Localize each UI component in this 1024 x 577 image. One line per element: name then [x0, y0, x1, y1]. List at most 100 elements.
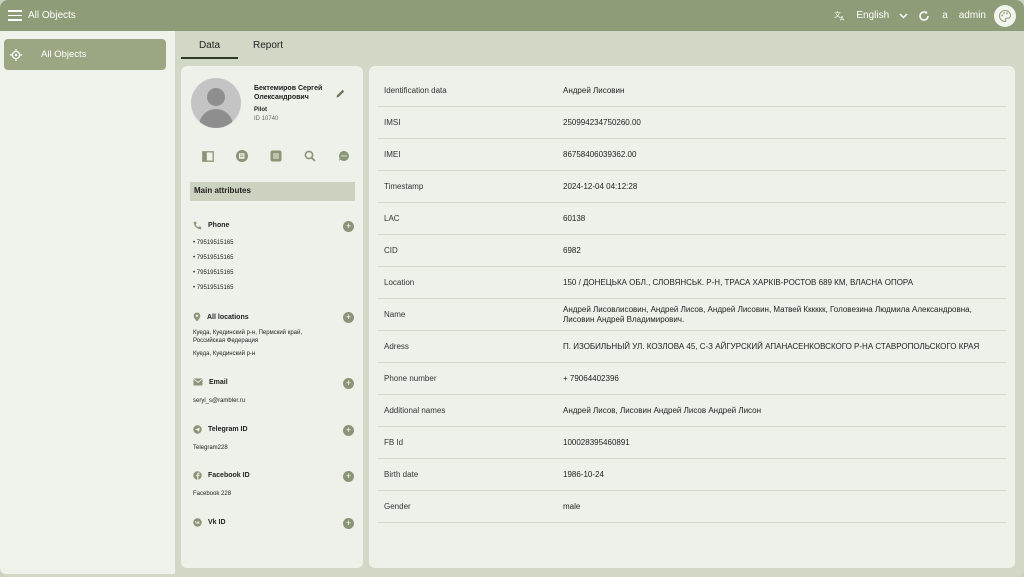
- detail-row: Identification data Андрей Лисовин: [378, 75, 1006, 107]
- detail-key: Phone number: [384, 374, 437, 383]
- main-attributes-header: Main attributes: [190, 182, 355, 201]
- add-phone-button[interactable]: +: [343, 221, 354, 232]
- detail-key: FB Id: [384, 438, 404, 447]
- add-facebook-button[interactable]: +: [343, 471, 354, 482]
- detail-key: LAC: [384, 214, 400, 223]
- detail-value: 86758406039362.00: [563, 149, 637, 159]
- edit-icon[interactable]: [335, 86, 346, 104]
- detail-row: LAC 60138: [378, 203, 1006, 235]
- detail-value: 100028395460891: [563, 437, 630, 447]
- detail-key: IMEI: [384, 150, 401, 159]
- locations-section-header: All locations: [193, 312, 249, 322]
- facebook-section-title: Facebook ID: [208, 472, 250, 479]
- user-name[interactable]: admin: [959, 10, 986, 21]
- detail-key: Adress: [384, 342, 409, 351]
- email-section-header: Email: [193, 378, 228, 386]
- profile-panel: Бектемиров Сергей Олександрович Pilot ID…: [181, 66, 363, 568]
- location-line: Куеда, Куединский р-н: [193, 351, 256, 357]
- phone-item: • 79519515165: [193, 285, 234, 291]
- telegram-section-title: Telegram ID: [208, 426, 248, 433]
- menu-icon[interactable]: [8, 10, 22, 21]
- phone-item: • 79519515165: [193, 270, 234, 276]
- search-icon[interactable]: [303, 149, 317, 163]
- telegram-value: Telegram228: [193, 445, 228, 451]
- detail-value: Андрей Лисовин: [563, 85, 625, 95]
- detail-row: Phone number + 79064402396: [378, 363, 1006, 395]
- detail-row: CID 6982: [378, 235, 1006, 267]
- translate-icon: 文A: [834, 10, 845, 22]
- detail-value: 6982: [563, 245, 581, 255]
- add-email-button[interactable]: +: [343, 378, 354, 389]
- detail-key: IMSI: [384, 118, 401, 127]
- detail-value: 250994234750260.00: [563, 117, 641, 127]
- detail-row: Name Андрей Лисовлисовин, Андрей Лисов, …: [378, 299, 1006, 331]
- sidebar: All Objects: [0, 31, 175, 574]
- page-title: All Objects: [28, 10, 76, 21]
- email-section-title: Email: [209, 378, 228, 386]
- phone-item: • 79519515165: [193, 240, 234, 246]
- telegram-section-header: Telegram ID: [193, 425, 248, 434]
- phone-section-header: Phone: [193, 221, 229, 230]
- detail-key: Additional names: [384, 406, 446, 415]
- top-bar: All Objects 文A English a admin: [0, 0, 1024, 31]
- detail-value: Андрей Лисовлисовин, Андрей Лисов, Андре…: [563, 304, 972, 324]
- profile-name: Бектемиров Сергей Олександрович: [254, 85, 323, 101]
- documents-icon[interactable]: [235, 149, 249, 163]
- facebook-value: Facebook 228: [193, 491, 232, 497]
- phone-section-title: Phone: [208, 222, 230, 229]
- language-label: English: [856, 10, 890, 21]
- phone-item: • 79519515165: [193, 255, 234, 261]
- detail-value: male: [563, 501, 581, 511]
- svg-text:A: A: [840, 16, 845, 22]
- detail-row: Adress П. ИЗОБИЛЬНЫЙ УЛ. КОЗЛОВА 45, С-З…: [378, 331, 1006, 363]
- detail-key: Identification data: [384, 86, 447, 95]
- detail-key: CID: [384, 246, 398, 255]
- detail-key: Location: [384, 278, 415, 287]
- sidebar-panel-icon[interactable]: [201, 149, 215, 163]
- profile-role: Pilot: [254, 107, 267, 113]
- vk-section-title: Vk ID: [208, 519, 226, 526]
- email-icon: [193, 378, 203, 386]
- email-value: seryi_s@rambler.ru: [193, 398, 246, 404]
- facebook-icon: [193, 471, 202, 480]
- sidebar-item-all-objects[interactable]: All Objects: [4, 39, 166, 70]
- detail-row: Gender male: [378, 491, 1006, 523]
- facebook-section-header: Facebook ID: [193, 471, 250, 480]
- sidebar-item-label: All Objects: [41, 49, 87, 60]
- detail-value: Андрей Лисов, Лисовин Андрей Лисов Андре…: [563, 405, 762, 415]
- detail-key: Birth date: [384, 470, 419, 479]
- detail-value: + 79064402396: [563, 373, 619, 383]
- tab-data[interactable]: Data: [181, 37, 238, 59]
- phone-icon: [193, 221, 202, 230]
- detail-row: Timestamp 2024-12-04 04:12:28: [378, 171, 1006, 203]
- user-initial: a: [942, 10, 948, 21]
- tab-bar: Data Report: [181, 37, 298, 59]
- vk-icon: [193, 518, 202, 527]
- detail-row: FB Id 100028395460891: [378, 427, 1006, 459]
- detail-value: 150 / ДОНЕЦЬКА ОБЛ., СЛОВЯНСЬК. Р-Н, ТРА…: [563, 277, 914, 287]
- detail-row: IMSI 250994234750260.00: [378, 107, 1006, 139]
- palette-icon[interactable]: [994, 4, 1016, 27]
- comment-icon[interactable]: [337, 149, 351, 163]
- location-line: Куеда, Куединский р-н, Пермский край,: [193, 330, 303, 336]
- detail-row: Birth date 1986-10-24: [378, 459, 1006, 491]
- detail-key: Name: [384, 310, 406, 319]
- language-selector[interactable]: 文A English: [834, 10, 908, 21]
- add-location-button[interactable]: +: [343, 312, 354, 323]
- tab-report[interactable]: Report: [238, 37, 298, 59]
- details-panel: Identification data Андрей Лисовин IMSI …: [369, 66, 1015, 568]
- telegram-icon: [193, 425, 202, 434]
- add-vk-button[interactable]: +: [343, 518, 354, 529]
- chevron-down-icon: [899, 13, 908, 18]
- location-line: Российская Федерация: [193, 338, 259, 344]
- detail-value: 60138: [563, 213, 586, 223]
- list-icon[interactable]: [269, 149, 283, 163]
- detail-row: Additional names Андрей Лисов, Лисовин А…: [378, 395, 1006, 427]
- profile-id: ID 10740: [254, 116, 279, 122]
- detail-value: 2024-12-04 04:12:28: [563, 181, 638, 191]
- refresh-icon[interactable]: [918, 10, 930, 22]
- locations-section-title: All locations: [207, 313, 249, 321]
- app-window: All Objects 文A English a admin All Objec…: [0, 0, 1024, 577]
- add-telegram-button[interactable]: +: [343, 425, 354, 436]
- vk-section-header: Vk ID: [193, 518, 226, 527]
